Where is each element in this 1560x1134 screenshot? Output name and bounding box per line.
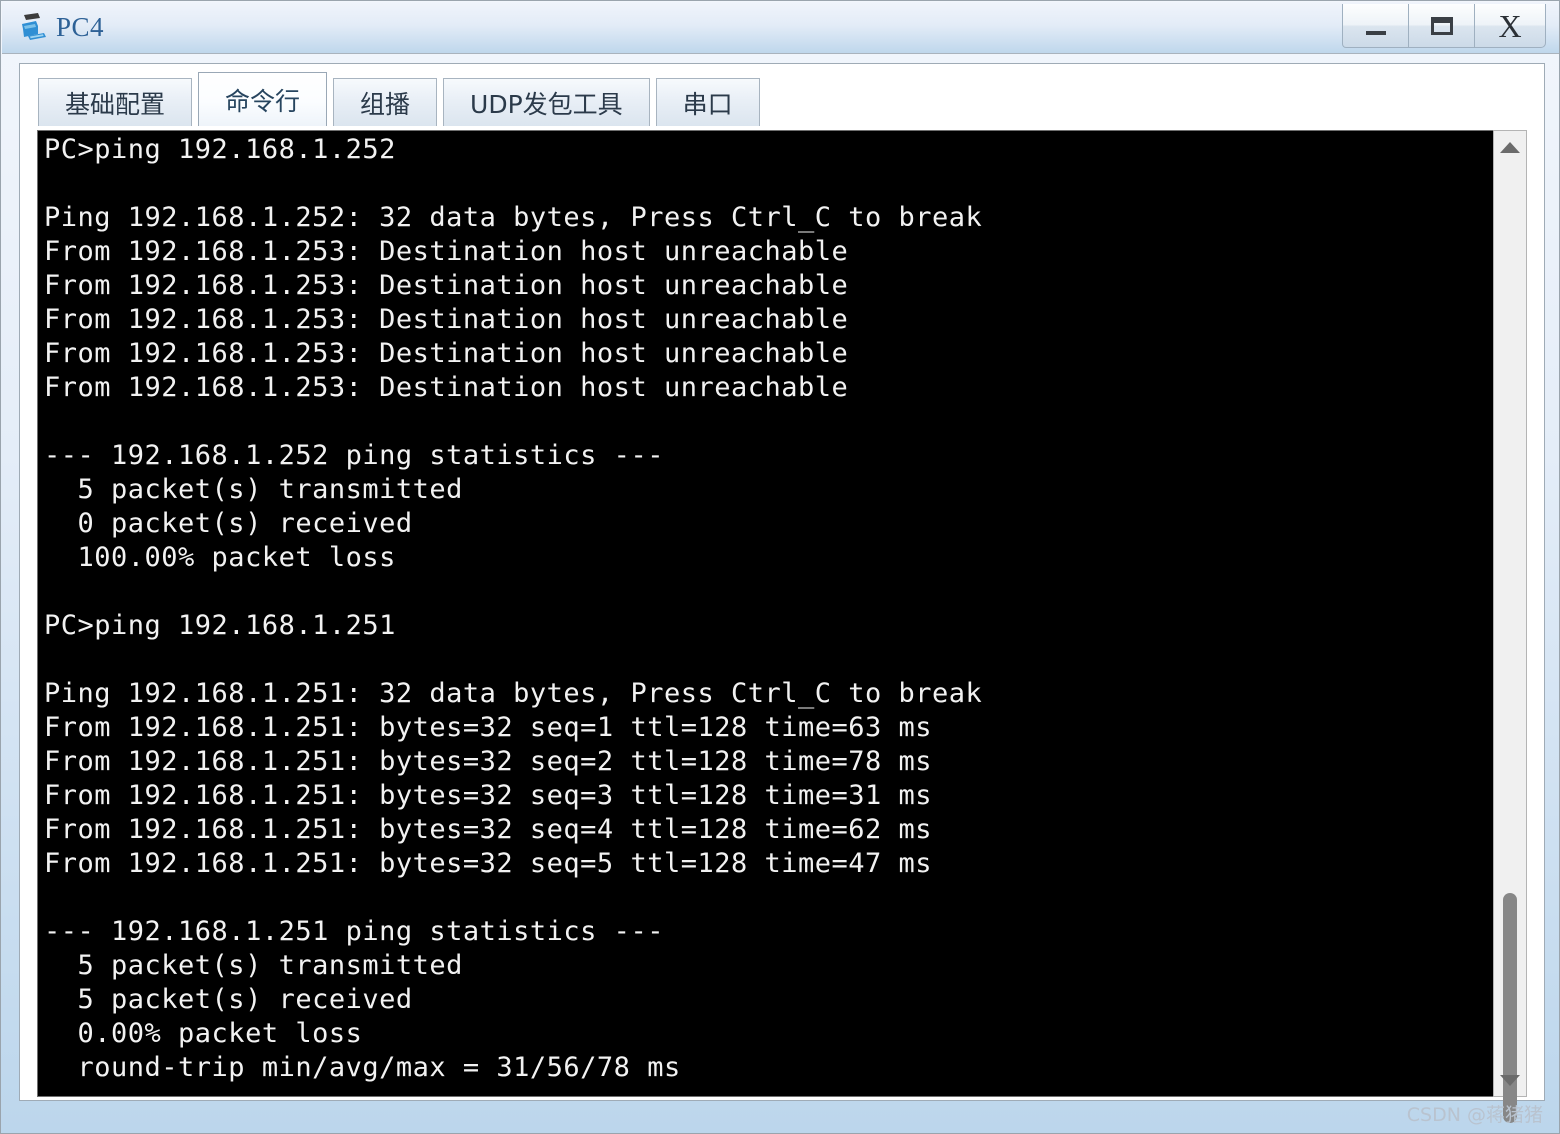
tab-basic-config[interactable]: 基础配置 [38,78,193,126]
title-bar: PC4 X [2,2,1559,54]
minimize-button[interactable] [1342,4,1409,48]
pc4-window: PC4 X 基础配置 命令行 组播 UDP发包工具 串口 PC>ping 192… [0,0,1560,1134]
tab-multicast[interactable]: 组播 [333,78,438,126]
tab-udp-packet-tool[interactable]: UDP发包工具 [443,78,650,126]
watermark-label: CSDN @蒋猪猪 [1406,1104,1543,1126]
close-button[interactable]: X [1474,4,1546,48]
terminal-scrollbar[interactable] [1493,130,1527,1123]
scroll-up-button[interactable] [1494,131,1526,163]
window-title: PC4 [56,12,105,42]
maximize-icon [1430,16,1453,35]
terminal-console[interactable]: PC>ping 192.168.1.252 Ping 192.168.1.252… [37,130,1511,1097]
minimize-icon [1365,30,1386,35]
triangle-up-icon [1500,141,1520,153]
close-icon: X [1498,7,1522,44]
tab-bar: 基础配置 命令行 组播 UDP发包工具 串口 [38,72,766,126]
pc-computer-icon [18,10,52,44]
triangle-down-icon [1500,1074,1520,1086]
tab-serial-port[interactable]: 串口 [655,78,760,126]
client-panel: 基础配置 命令行 组播 UDP发包工具 串口 PC>ping 192.168.1… [19,63,1545,1123]
tab-command-line[interactable]: 命令行 [198,72,328,126]
maximize-button[interactable] [1408,4,1475,48]
scroll-down-button[interactable] [1494,1064,1526,1096]
terminal-output: PC>ping 192.168.1.252 Ping 192.168.1.252… [44,134,983,1083]
